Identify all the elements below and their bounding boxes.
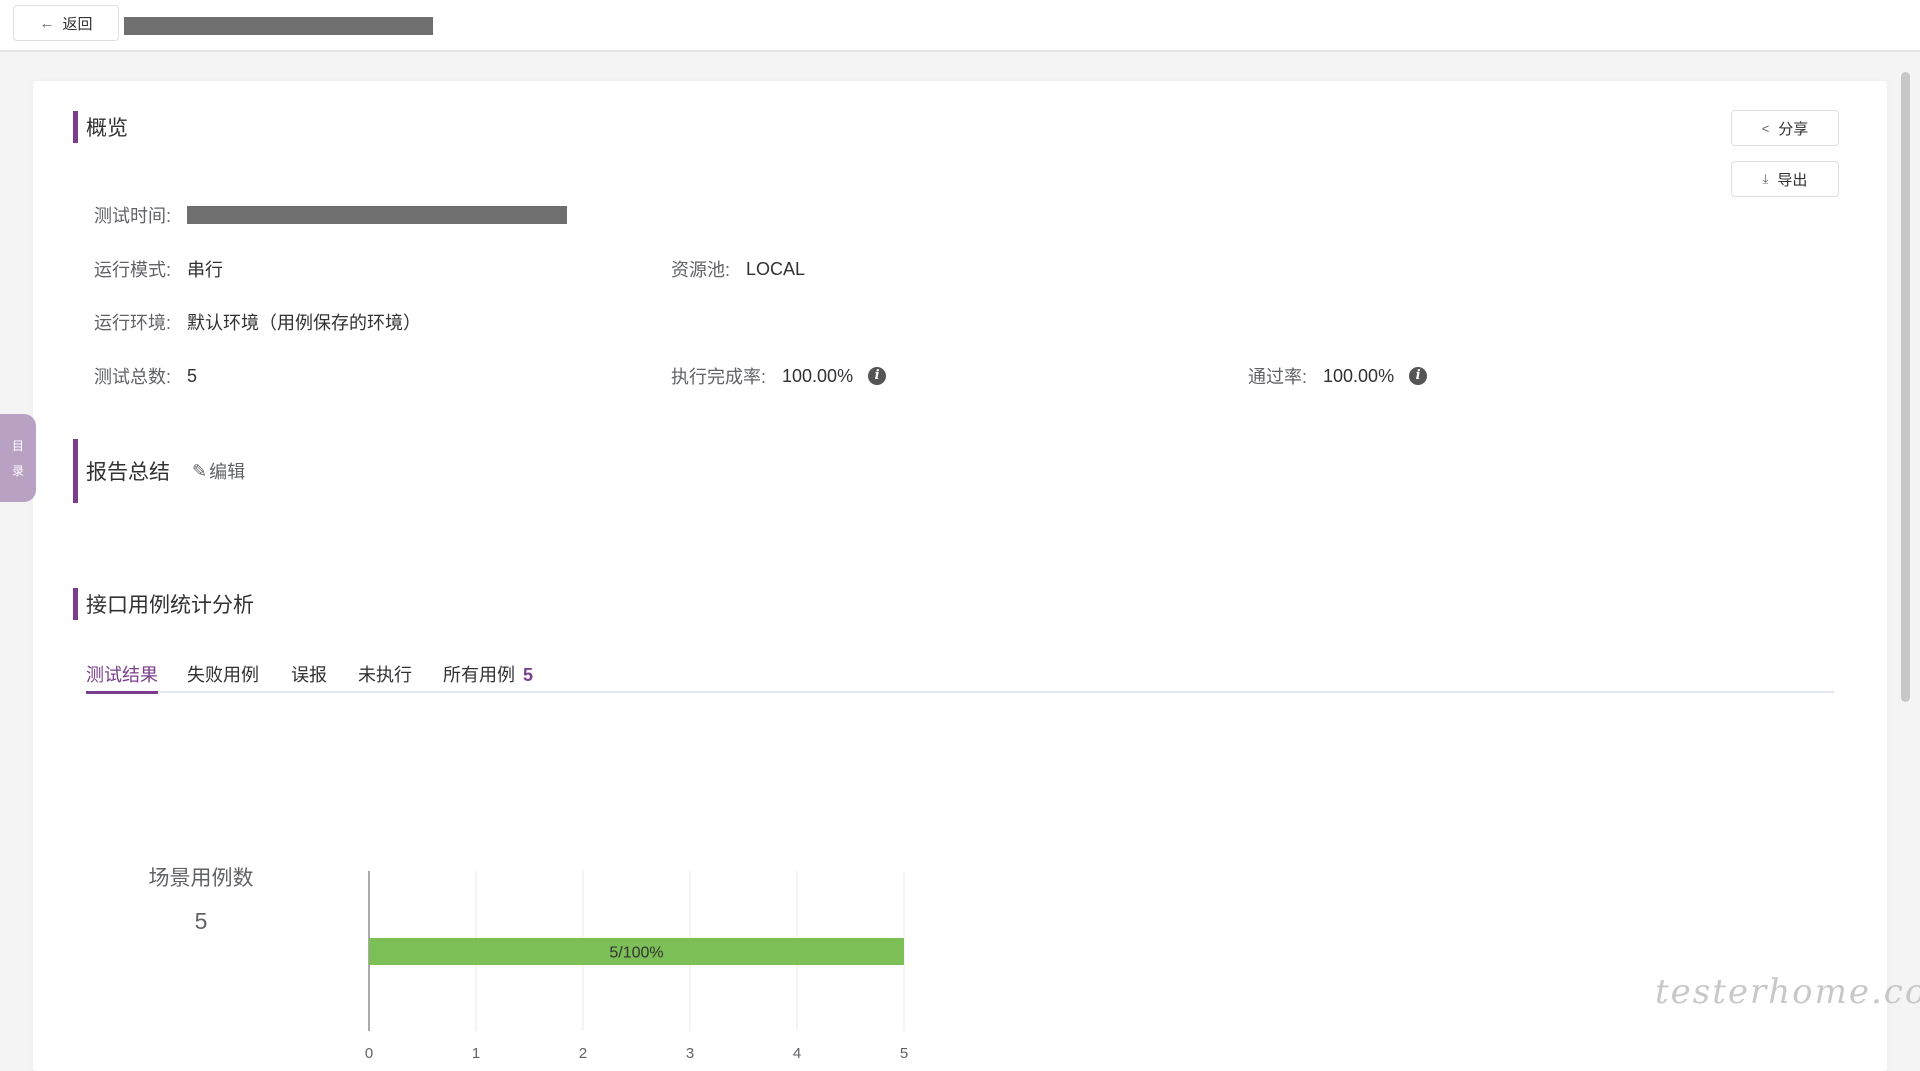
analysis-title: 接口用例统计分析	[73, 588, 254, 620]
share-button[interactable]: < 分享	[1731, 110, 1839, 146]
pass-rate-field: 通过率: 100.00% i	[1248, 363, 1428, 389]
info-icon[interactable]: i	[1409, 367, 1428, 385]
completion-rate-label: 执行完成率:	[671, 367, 767, 387]
section-accent-bar	[73, 588, 78, 620]
x-tick-label: 2	[579, 1045, 587, 1062]
edit-label: 编辑	[209, 462, 246, 482]
export-button-label: 导出	[1777, 171, 1808, 189]
bar-data-label: 5/100%	[609, 945, 663, 962]
info-icon[interactable]: i	[868, 367, 887, 385]
resource-pool-value: LOCAL	[746, 258, 806, 279]
tab-not-executed[interactable]: 未执行	[358, 661, 412, 691]
test-time-label: 测试时间:	[94, 206, 172, 226]
pass-rate-value: 100.00%	[1323, 365, 1395, 386]
scrollbar[interactable]	[1901, 72, 1910, 702]
run-env-field: 运行环境: 默认环境（用例保存的环境）	[94, 309, 421, 335]
run-mode-value: 串行	[187, 260, 224, 280]
tab-failed-cases[interactable]: 失败用例	[187, 661, 259, 691]
total-label: 测试总数:	[94, 367, 172, 387]
share-icon: <	[1761, 120, 1770, 136]
top-bar: ← 返回	[0, 0, 1920, 52]
chart-total: 5	[194, 908, 208, 934]
section-accent-bar	[73, 111, 78, 143]
section-accent-bar	[73, 439, 78, 503]
run-mode-label: 运行模式:	[94, 260, 172, 280]
share-button-label: 分享	[1778, 120, 1809, 138]
x-tick-label: 4	[793, 1045, 801, 1062]
resource-pool-label: 资源池:	[671, 260, 731, 280]
run-env-value: 默认环境（用例保存的环境）	[187, 313, 422, 333]
tab-test-results[interactable]: 测试结果	[86, 661, 158, 694]
tab-false-positive[interactable]: 误报	[291, 661, 327, 691]
watermark: testerhome.com	[1655, 972, 1920, 1012]
x-tick-label: 0	[365, 1045, 373, 1062]
pass-rate-label: 通过率:	[1248, 367, 1308, 387]
pencil-icon: ✎	[192, 460, 208, 481]
result-bar-chart: 0 1 2 3 4 5 5/100%	[365, 871, 908, 1062]
report-card: 概览 < 分享 ⤓ 导出 测试时间: 运行模式: 串行 资源池: LOCAL 运…	[33, 81, 1887, 1071]
edit-summary-link[interactable]: ✎ 编辑	[192, 458, 245, 484]
arrow-left-icon: ←	[39, 14, 55, 32]
test-time-redacted	[187, 206, 568, 224]
back-button[interactable]: ← 返回	[13, 5, 119, 41]
resource-pool-field: 资源池: LOCAL	[671, 256, 805, 282]
back-button-label: 返回	[62, 15, 93, 33]
total-field: 测试总数: 5	[94, 363, 197, 389]
run-mode-field: 运行模式: 串行	[94, 256, 223, 282]
analysis-tabs: 测试结果 失败用例 误报 未执行 所有用例 5	[86, 661, 1834, 694]
tab-all-cases[interactable]: 所有用例 5	[443, 661, 533, 691]
overview-title: 概览	[73, 111, 128, 143]
test-time-field: 测试时间:	[94, 202, 568, 228]
total-value: 5	[187, 365, 198, 386]
all-cases-count: 5	[523, 665, 534, 685]
toc-side-tab[interactable]: 目 录	[0, 414, 36, 502]
summary-title: 报告总结 ✎ 编辑	[73, 439, 245, 503]
completion-rate-value: 100.00%	[782, 365, 854, 386]
x-tick-label: 1	[472, 1045, 480, 1062]
x-tick-label: 5	[900, 1045, 908, 1062]
report-title-redacted	[124, 17, 433, 35]
toc-char-2: 录	[11, 464, 24, 478]
completion-rate-field: 执行完成率: 100.00% i	[671, 363, 887, 389]
export-button[interactable]: ⤓ 导出	[1731, 161, 1839, 197]
download-icon: ⤓	[1762, 171, 1769, 186]
x-tick-label: 3	[686, 1045, 694, 1062]
toc-char-1: 目	[11, 439, 24, 453]
chart-title: 场景用例数	[148, 867, 254, 890]
run-env-label: 运行环境:	[94, 313, 172, 333]
